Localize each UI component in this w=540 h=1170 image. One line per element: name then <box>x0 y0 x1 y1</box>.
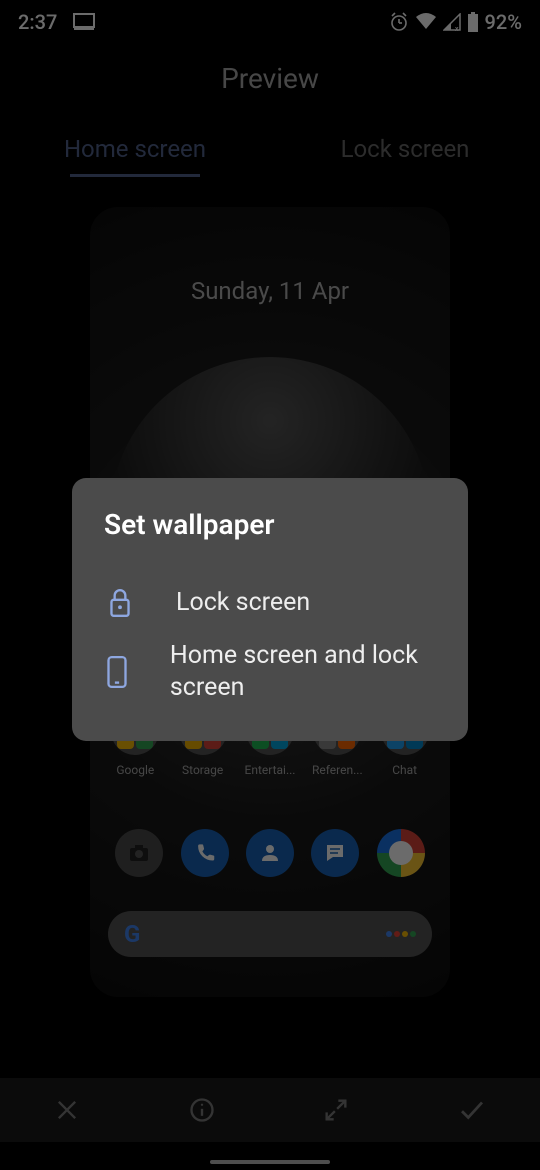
option-label: Home screen and lock screen <box>170 640 436 705</box>
option-lock-screen[interactable]: Lock screen <box>104 577 436 630</box>
set-wallpaper-dialog: Set wallpaper Lock screen Home screen an… <box>72 478 468 741</box>
dialog-title: Set wallpaper <box>104 508 436 541</box>
option-home-and-lock[interactable]: Home screen and lock screen <box>104 630 436 715</box>
phone-icon <box>104 655 130 689</box>
lock-icon <box>104 587 136 619</box>
option-label: Lock screen <box>176 587 310 620</box>
